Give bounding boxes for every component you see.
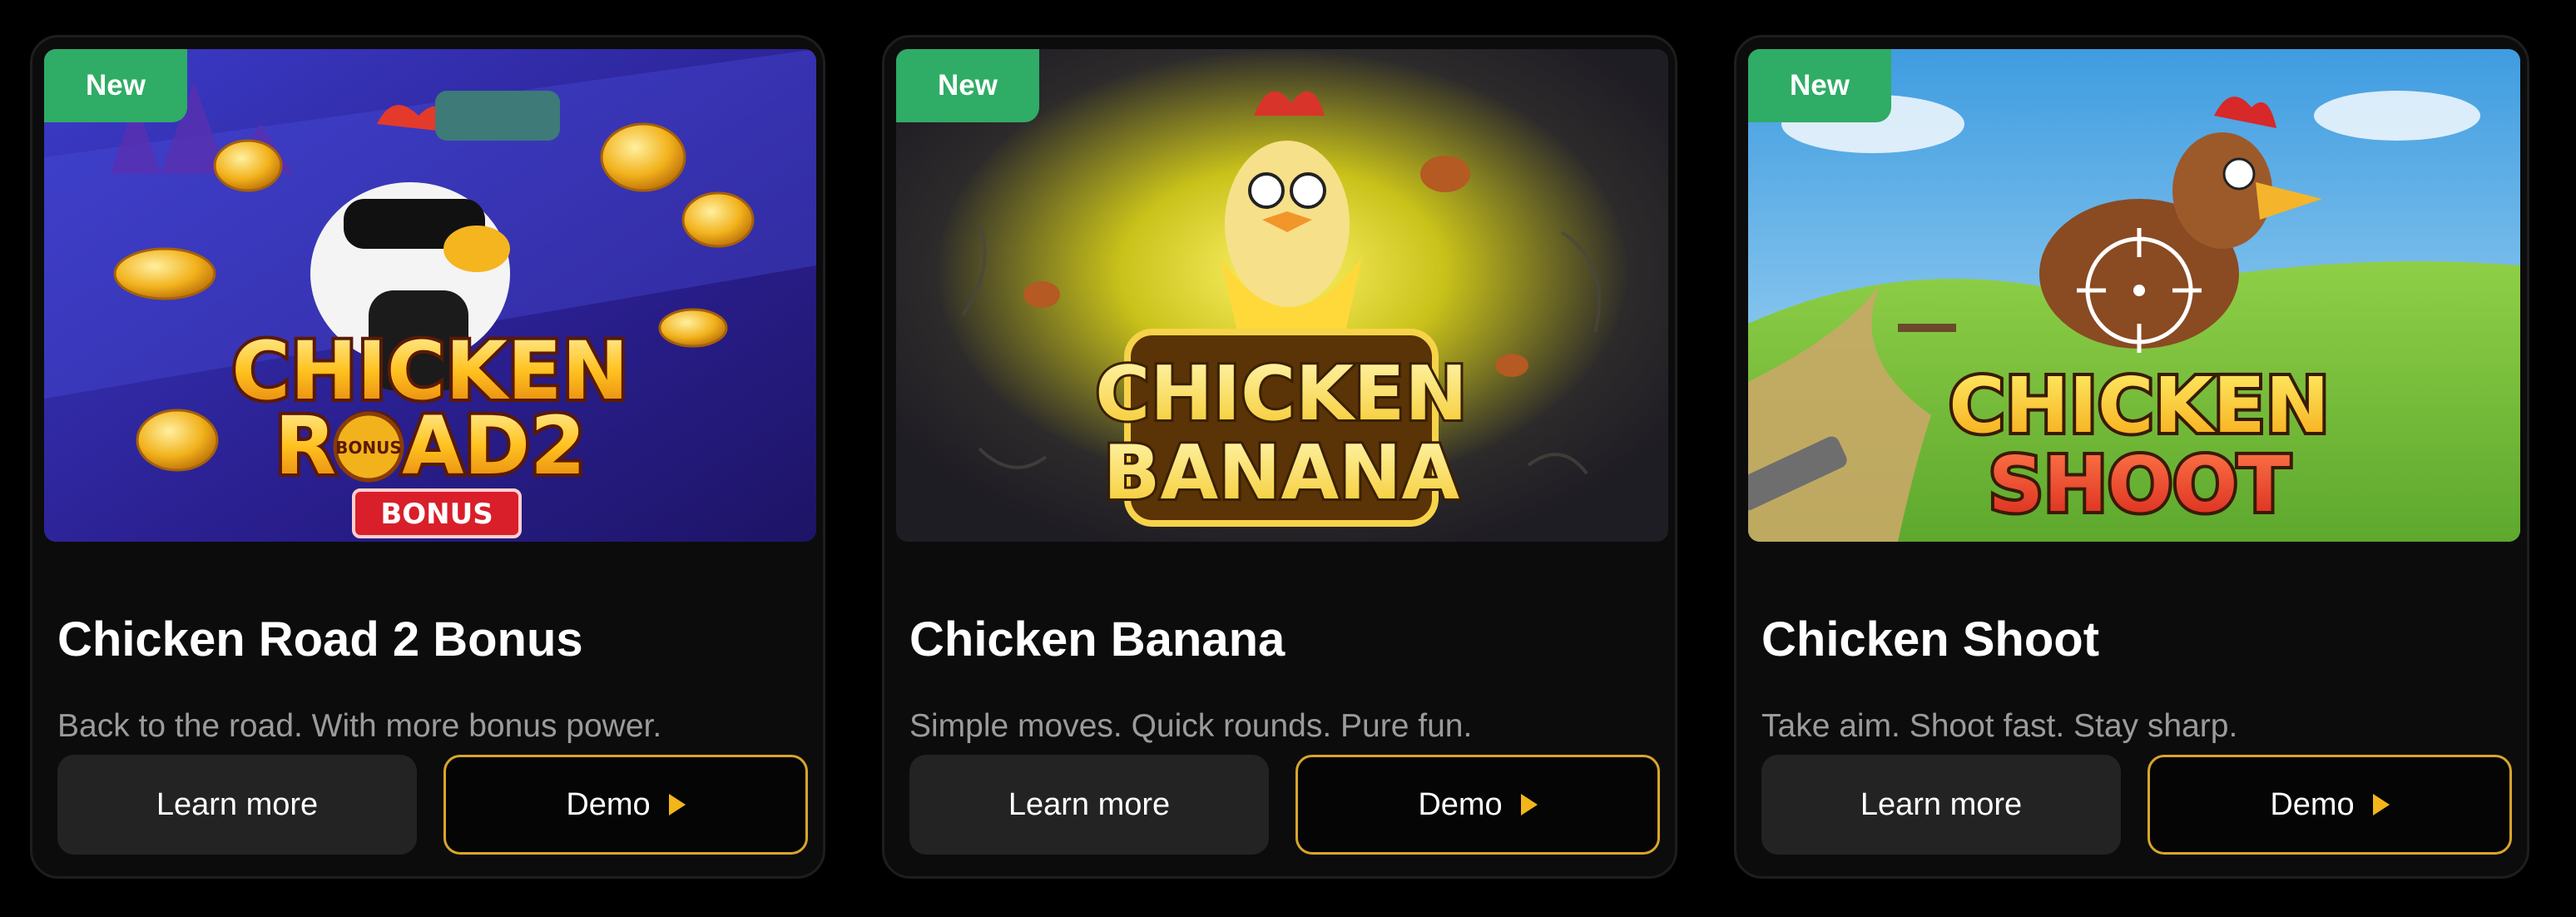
learn-more-label: Learn more [1008,786,1171,822]
game-thumbnail[interactable]: CHICKEN SHOOT New [1748,49,2520,542]
learn-more-label: Learn more [156,786,319,822]
game-card-chicken-road-2-bonus: CHICKEN ROAD2 BONUS BONUS New Chicken Ro… [30,35,825,879]
demo-label: Demo [2270,786,2355,822]
new-badge: New [44,49,187,122]
card-title: Chicken Shoot [1761,612,2100,667]
logo-bonus-tag: BONUS [380,498,493,531]
chicken-road-2-artwork: CHICKEN ROAD2 BONUS BONUS [44,49,816,542]
learn-more-button[interactable]: Learn more [57,755,417,855]
game-card-chicken-shoot: CHICKEN SHOOT New Chicken Shoot Take aim… [1734,35,2529,879]
logo-line-1: CHICKEN [1095,350,1467,438]
demo-label: Demo [1418,786,1503,822]
logo-line-1: CHICKEN [1949,361,2329,450]
logo-line-2: ROAD2 [275,399,586,493]
play-icon [1520,794,1538,815]
demo-button[interactable]: Demo [1295,755,1660,855]
demo-label: Demo [566,786,651,822]
play-icon [668,794,686,815]
card-description: Simple moves. Quick rounds. Pure fun. [909,708,1473,744]
play-icon [2372,794,2390,815]
game-thumbnail[interactable]: CHICKEN ROAD2 BONUS BONUS New [44,49,816,542]
chicken-shoot-artwork: CHICKEN SHOOT [1748,49,2520,542]
new-badge: New [1748,49,1891,122]
demo-button[interactable]: Demo [2147,755,2512,855]
card-title: Chicken Banana [909,612,1286,667]
card-title: Chicken Road 2 Bonus [57,612,583,667]
game-card-chicken-banana: CHICKEN BANANA New Chicken Banana Simple… [882,35,1677,879]
demo-button[interactable]: Demo [443,755,808,855]
game-thumbnail[interactable]: CHICKEN BANANA New [896,49,1668,542]
card-description: Take aim. Shoot fast. Stay sharp. [1761,708,2238,744]
card-description: Back to the road. With more bonus power. [57,708,662,744]
new-badge: New [896,49,1039,122]
logo-line-2: SHOOT [1989,440,2291,529]
logo-coin-text: BONUS [335,438,402,458]
learn-more-button[interactable]: Learn more [1761,755,2121,855]
chicken-banana-artwork: CHICKEN BANANA [896,49,1668,542]
logo-line-2: BANANA [1103,429,1460,517]
learn-more-button[interactable]: Learn more [909,755,1269,855]
learn-more-label: Learn more [1860,786,2023,822]
